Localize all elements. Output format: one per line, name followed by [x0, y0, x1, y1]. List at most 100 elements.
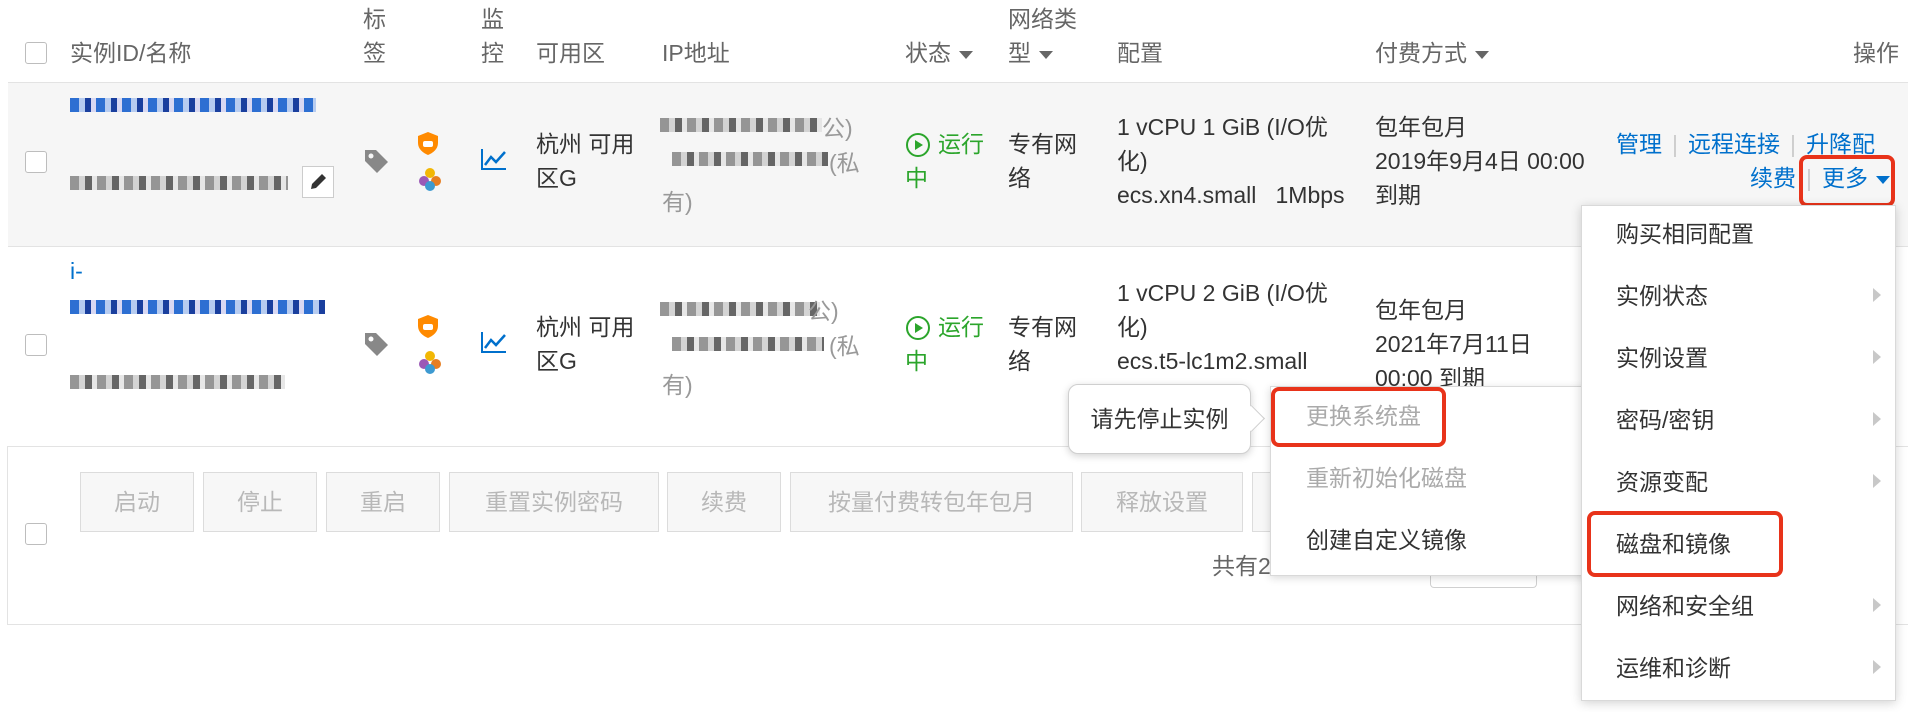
- col-tag-line1: 标: [363, 6, 386, 32]
- footer-select-all-checkbox[interactable]: [25, 523, 47, 545]
- zone-line1: 杭州 可用: [536, 314, 635, 340]
- col-network-line1: 网络类: [1008, 6, 1077, 32]
- billing-line2: 2021年7月11日: [1375, 331, 1532, 357]
- zone-line2: 区G: [536, 165, 577, 191]
- col-status[interactable]: 状态: [905, 36, 973, 70]
- sort-caret-icon[interactable]: [959, 50, 973, 59]
- config-line3: ecs.xn4.small 1Mbps: [1117, 182, 1345, 208]
- config-line3: ecs.t5-lc1m2.small: [1117, 348, 1308, 374]
- table-left-border: [7, 446, 8, 625]
- network-cell: 专有网 络: [1008, 127, 1077, 195]
- menu-item-instance-status[interactable]: 实例状态: [1616, 279, 1708, 313]
- col-instance-id: 实例ID/名称: [70, 40, 192, 66]
- public-ip-suffix: 公): [822, 115, 853, 141]
- more-batch-button[interactable]: [1252, 472, 1272, 532]
- private-ip-suffix-l2: 有): [662, 372, 693, 398]
- private-ip-suffix: (私: [829, 150, 860, 176]
- public-ip-suffix: 公): [808, 298, 839, 324]
- security-shield-icon[interactable]: [415, 313, 441, 339]
- col-monitor-line1: 监: [481, 6, 504, 32]
- col-config: 配置: [1117, 40, 1163, 66]
- app-flower-icon[interactable]: [417, 349, 443, 375]
- zone-line2: 区G: [536, 348, 577, 374]
- menu-item-password-key[interactable]: 密码/密钥: [1616, 403, 1714, 437]
- status-line1: 运行: [938, 314, 984, 340]
- config-line2: 化): [1117, 314, 1148, 340]
- network-line2: 络: [1008, 348, 1031, 374]
- instance-id-prefix[interactable]: i-: [70, 254, 83, 288]
- filter-caret-icon[interactable]: [1039, 50, 1053, 59]
- status-line2: 中: [905, 348, 928, 374]
- private-ip-suffix: (私: [829, 333, 860, 359]
- col-tag: 标 签: [363, 2, 386, 70]
- billing-cell: 包年包月 2021年7月11日 00:00 到期: [1375, 293, 1532, 395]
- submenu-arrow-icon: [1873, 660, 1881, 674]
- submenu-arrow-icon: [1873, 288, 1881, 302]
- config-line1: 1 vCPU 1 GiB (I/O优: [1117, 114, 1328, 140]
- submenu-item-reinit-disk[interactable]: 重新初始化磁盘: [1306, 461, 1467, 495]
- status-line2: 中: [905, 165, 928, 191]
- col-network-line2: 型: [1008, 40, 1031, 66]
- action-separator: |: [1672, 131, 1678, 157]
- menu-item-instance-settings[interactable]: 实例设置: [1616, 341, 1708, 375]
- menu-item-buy-same-config[interactable]: 购买相同配置: [1616, 217, 1754, 251]
- convert-billing-button[interactable]: 按量付费转包年包月: [790, 472, 1073, 532]
- zone-line1: 杭州 可用: [536, 131, 635, 157]
- status-line1: 运行: [938, 131, 984, 157]
- stop-button[interactable]: 停止: [203, 472, 317, 532]
- status-cell: 运行 中: [905, 127, 984, 195]
- submenu-arrow-icon: [1873, 350, 1881, 364]
- menu-item-network-security[interactable]: 网络和安全组: [1616, 589, 1754, 623]
- public-ip: [660, 302, 820, 316]
- manage-link[interactable]: 管理: [1616, 131, 1662, 157]
- app-flower-icon[interactable]: [417, 166, 443, 192]
- renew-button[interactable]: 续费: [667, 472, 781, 532]
- config-cell: 1 vCPU 1 GiB (I/O优 化) ecs.xn4.small 1Mbp…: [1117, 110, 1345, 212]
- col-billing[interactable]: 付费方式: [1375, 36, 1489, 70]
- select-all-checkbox[interactable]: [25, 42, 47, 64]
- col-actions: 操作: [1853, 40, 1899, 66]
- col-network[interactable]: 网络类 型: [1008, 2, 1077, 70]
- remote-connect-link[interactable]: 远程连接: [1688, 131, 1780, 157]
- menu-item-resource-change[interactable]: 资源变配: [1616, 465, 1708, 499]
- network-line1: 专有网: [1008, 314, 1077, 340]
- status-cell: 运行 中: [905, 310, 984, 378]
- network-cell: 专有网 络: [1008, 310, 1077, 378]
- col-tag-line2: 签: [363, 40, 386, 66]
- security-shield-icon[interactable]: [415, 130, 441, 156]
- config-line2: 化): [1117, 148, 1148, 174]
- zone-cell: 杭州 可用 区G: [536, 310, 634, 378]
- col-zone: 可用区: [536, 40, 605, 66]
- billing-cell: 包年包月 2019年9月4日 00:00 到期: [1375, 110, 1585, 212]
- action-separator: |: [1789, 131, 1796, 157]
- tag-icon[interactable]: [362, 147, 390, 175]
- monitor-chart-icon[interactable]: [480, 330, 508, 354]
- stop-instance-tooltip: 请先停止实例: [1068, 384, 1251, 454]
- col-monitor: 监 控: [481, 2, 504, 70]
- submenu-arrow-icon: [1873, 598, 1881, 612]
- tag-icon[interactable]: [362, 330, 390, 358]
- instance-id-link[interactable]: [70, 300, 325, 314]
- billing-line1: 包年包月: [1375, 297, 1467, 323]
- menu-item-ops-diagnosis[interactable]: 运维和诊断: [1616, 651, 1731, 685]
- release-settings-button[interactable]: 释放设置: [1081, 472, 1243, 532]
- restart-button[interactable]: 重启: [326, 472, 440, 532]
- instance-id-link[interactable]: [70, 98, 316, 112]
- instance-name: [70, 176, 288, 190]
- pencil-icon: [311, 174, 326, 189]
- reset-password-button[interactable]: 重置实例密码: [449, 472, 659, 532]
- submenu-arrow-icon: [1873, 474, 1881, 488]
- row-checkbox[interactable]: [25, 151, 47, 173]
- row-checkbox[interactable]: [25, 334, 47, 356]
- submenu-item-create-image[interactable]: 创建自定义镜像: [1306, 523, 1467, 557]
- upgrade-link[interactable]: 升降配: [1806, 131, 1875, 157]
- col-status-label: 状态: [905, 40, 951, 66]
- public-ip: [660, 118, 822, 132]
- edit-name-button[interactable]: [302, 166, 334, 198]
- zone-cell: 杭州 可用 区G: [536, 127, 634, 195]
- monitor-chart-icon[interactable]: [480, 147, 508, 171]
- filter-caret-icon[interactable]: [1475, 50, 1489, 59]
- start-button[interactable]: 启动: [80, 472, 194, 532]
- network-line1: 专有网: [1008, 131, 1077, 157]
- renew-link[interactable]: 续费: [1750, 165, 1796, 191]
